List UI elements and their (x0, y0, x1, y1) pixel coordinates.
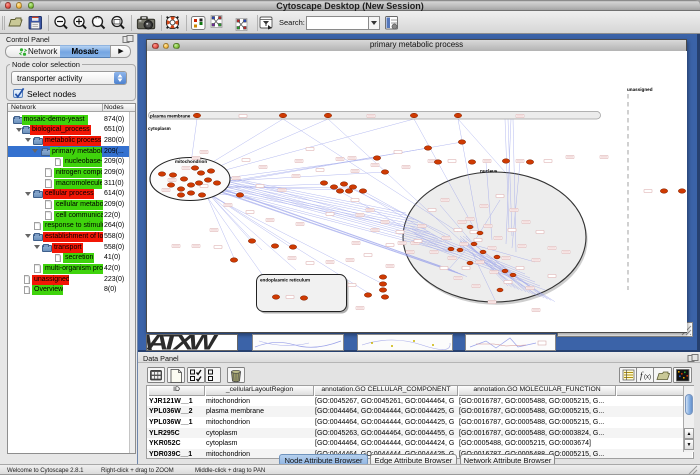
svg-text:Search:: Search: (279, 18, 305, 27)
svg-text:(x): (x) (644, 375, 651, 381)
svg-text:nucleus: nucleus (480, 169, 498, 174)
svg-text:endoplasmic reticulum: endoplasmic reticulum (260, 278, 310, 283)
svg-text:unassigned: unassigned (627, 87, 653, 92)
svg-text:mitochondrion: mitochondrion (175, 159, 207, 164)
svg-text:plasma membrane: plasma membrane (150, 113, 191, 118)
svg-text:cytoplasm: cytoplasm (148, 126, 171, 131)
